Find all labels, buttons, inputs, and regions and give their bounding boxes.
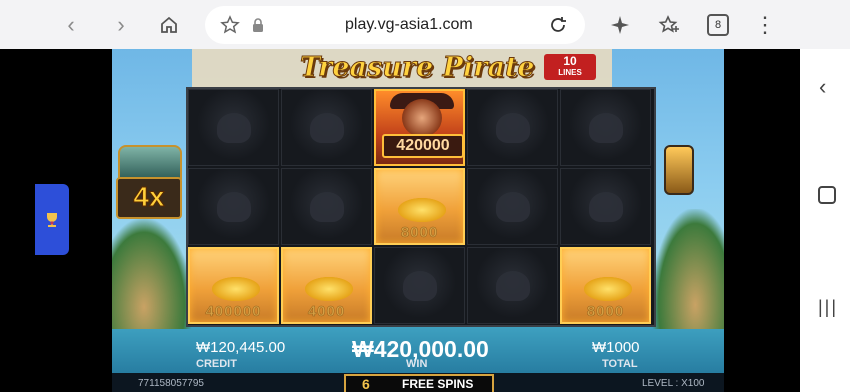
menu-dots-icon[interactable]: ⋮ bbox=[752, 12, 778, 38]
star-outline-icon[interactable] bbox=[217, 12, 243, 38]
pirate-value: 420000 bbox=[382, 134, 464, 158]
reel-cell-gold: 8000 bbox=[374, 168, 465, 245]
reel-cell-empty bbox=[560, 89, 651, 166]
round-id: 771158057795 bbox=[138, 378, 204, 389]
tab-count-button[interactable]: 8 bbox=[707, 14, 729, 36]
reel-cell-empty bbox=[188, 89, 279, 166]
skull-icon bbox=[216, 191, 251, 222]
free-spins-label: FREE SPINS bbox=[402, 377, 474, 391]
gold-coins-icon bbox=[398, 198, 446, 222]
total-label: TOTAL bbox=[602, 358, 638, 370]
reload-icon[interactable] bbox=[545, 12, 571, 38]
reel-cell-empty bbox=[281, 168, 372, 245]
reel-cell-treasure: 400000 bbox=[188, 247, 279, 324]
back-arrow-icon[interactable]: ‹ bbox=[58, 12, 84, 38]
home-icon[interactable] bbox=[156, 12, 182, 38]
sparkle-icon[interactable] bbox=[608, 12, 634, 38]
credit-label: CREDIT bbox=[196, 358, 237, 370]
cell-value: 4000 bbox=[307, 303, 346, 321]
credit-value: ₩120,445.00 bbox=[196, 339, 286, 356]
gold-coins-icon bbox=[584, 277, 632, 301]
skull-icon bbox=[402, 270, 437, 301]
reel-cell-empty bbox=[281, 89, 372, 166]
free-spins-box: 6 FREE SPINS bbox=[344, 374, 494, 392]
cell-value: 400000 bbox=[205, 303, 262, 321]
cell-value: 8000 bbox=[400, 224, 439, 242]
nav-home-icon[interactable] bbox=[818, 186, 836, 204]
url-text: play.vg-asia1.com bbox=[345, 16, 473, 33]
lines-badge: 10 LINES bbox=[544, 54, 596, 80]
treasure-chest-icon bbox=[212, 277, 260, 301]
skull-icon bbox=[309, 112, 344, 143]
browser-toolbar: ‹ › play.vg-asia1.com 8 ⋮ bbox=[0, 0, 850, 49]
reel-grid: 420000 8000 400000 4000 8000 bbox=[186, 87, 656, 327]
reel-cell-empty bbox=[560, 168, 651, 245]
slot-game[interactable]: Treasure Pirate 10 LINES 4x 420000 8000 … bbox=[112, 49, 724, 392]
system-nav-bar: ‹ ||| bbox=[800, 49, 850, 392]
skull-icon bbox=[216, 112, 251, 143]
pirate-icon bbox=[402, 99, 442, 137]
cell-value: 8000 bbox=[586, 303, 625, 321]
reel-cell-empty bbox=[467, 168, 558, 245]
nav-recents-icon[interactable]: ||| bbox=[818, 297, 838, 318]
skull-icon bbox=[588, 112, 623, 143]
reel-cell-empty bbox=[188, 168, 279, 245]
trophy-tab[interactable] bbox=[35, 184, 69, 255]
forward-arrow-icon[interactable]: › bbox=[108, 12, 134, 38]
nav-back-icon[interactable]: ‹ bbox=[819, 74, 826, 100]
island-left bbox=[112, 219, 192, 329]
reel-cell-gold: 8000 bbox=[560, 247, 651, 324]
skull-icon bbox=[309, 191, 344, 222]
total-value: ₩1000 bbox=[592, 339, 640, 356]
trophy-icon bbox=[47, 212, 57, 227]
island-right bbox=[652, 209, 724, 329]
lines-label: LINES bbox=[558, 68, 582, 77]
reel-cell-empty bbox=[467, 247, 558, 324]
reel-cell-gold: 4000 bbox=[281, 247, 372, 324]
multiplier-badge: 4x bbox=[116, 177, 182, 219]
skull-icon bbox=[495, 191, 530, 222]
skull-icon bbox=[588, 191, 623, 222]
gold-coins-icon bbox=[305, 277, 353, 301]
skull-icon bbox=[495, 270, 530, 301]
game-title: Treasure Pirate bbox=[300, 52, 536, 84]
skull-icon bbox=[495, 112, 530, 143]
reel-cell-empty bbox=[374, 247, 465, 324]
address-bar[interactable]: play.vg-asia1.com bbox=[205, 6, 585, 44]
win-label: WIN bbox=[406, 358, 428, 370]
lantern-icon bbox=[664, 145, 694, 195]
bookmarks-star-icon[interactable] bbox=[656, 12, 682, 38]
reel-cell-empty bbox=[467, 89, 558, 166]
lock-icon bbox=[245, 12, 271, 38]
reel-cell-pirate: 420000 bbox=[374, 89, 465, 166]
lines-number: 10 bbox=[563, 54, 577, 68]
free-spins-count: 6 bbox=[362, 376, 370, 392]
level-indicator: LEVEL : X100 bbox=[642, 378, 705, 389]
treasure-chest bbox=[118, 145, 182, 181]
